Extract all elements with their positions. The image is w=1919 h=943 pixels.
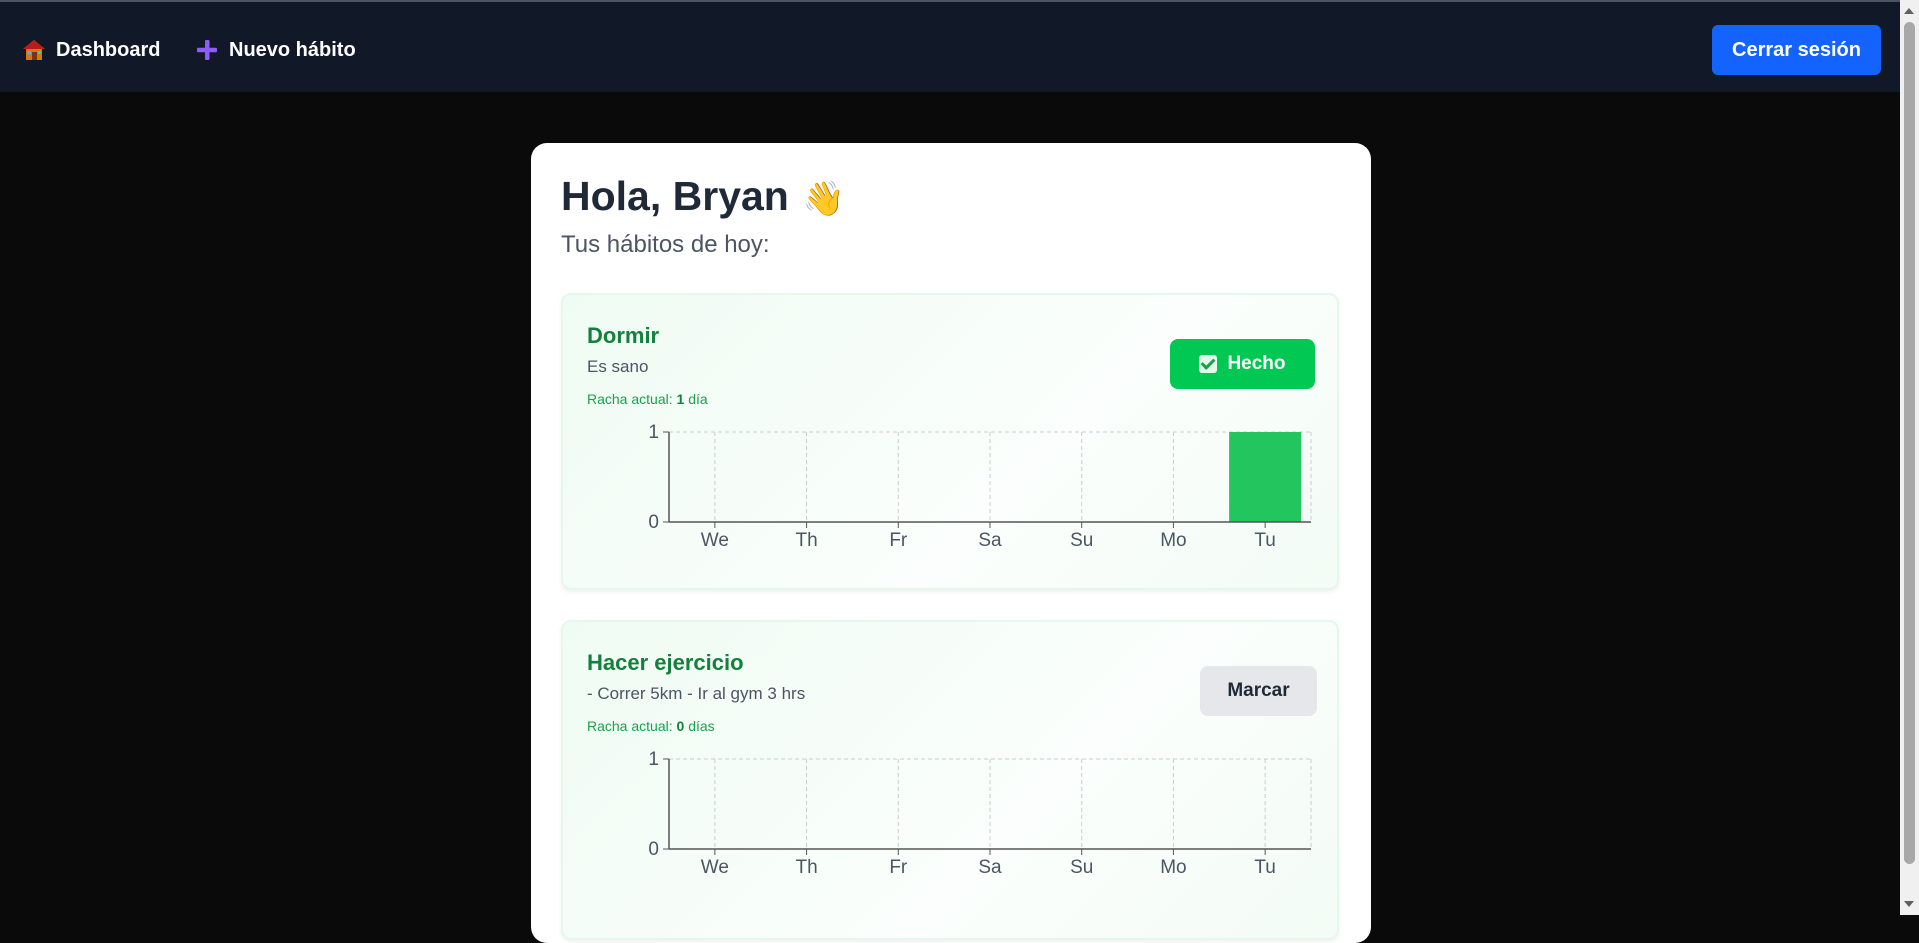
x-tick-label: Su bbox=[1070, 530, 1093, 551]
x-tick-label: Su bbox=[1070, 857, 1093, 878]
y-tick-label: 0 bbox=[648, 839, 659, 860]
x-tick-label: Tu bbox=[1254, 530, 1275, 551]
habit-weekly-chart: 0 1 We Th Fr Sa Su Mo Tu bbox=[648, 749, 1312, 878]
logout-button[interactable]: Cerrar sesión bbox=[1712, 25, 1881, 75]
page-title: Hola, Bryan 👋 bbox=[561, 173, 845, 220]
scroll-down-icon[interactable] bbox=[1904, 901, 1914, 907]
scroll-up-icon[interactable] bbox=[1904, 8, 1914, 14]
habits-card: Hola, Bryan 👋 Tus hábitos de hoy: Dormir … bbox=[531, 143, 1371, 943]
plus-icon bbox=[195, 38, 219, 62]
page-subtitle: Tus hábitos de hoy: bbox=[561, 231, 770, 258]
x-tick-label: Th bbox=[795, 530, 817, 551]
chart-bar bbox=[1229, 432, 1302, 522]
x-tick-label: Th bbox=[795, 857, 817, 878]
x-tick-label: Mo bbox=[1160, 530, 1186, 551]
x-tick-label: Fr bbox=[889, 530, 908, 551]
x-tick-label: Sa bbox=[978, 857, 1002, 878]
x-tick-label: We bbox=[701, 857, 729, 878]
scrollbar-thumb[interactable] bbox=[1904, 22, 1915, 864]
nav-dashboard-label: Dashboard bbox=[56, 38, 161, 61]
y-tick-label: 1 bbox=[648, 749, 659, 770]
habit-card: Hacer ejercicio - Correr 5km - Ir al gym… bbox=[561, 620, 1339, 940]
x-tick-label: Fr bbox=[889, 857, 908, 878]
x-tick-label: We bbox=[701, 530, 729, 551]
y-tick-label: 0 bbox=[648, 512, 659, 533]
x-tick-label: Sa bbox=[978, 530, 1002, 551]
nav-new-habit-label: Nuevo hábito bbox=[229, 38, 356, 61]
habit-weekly-chart: 0 1 We Th Fr Sa Su Mo Tu bbox=[648, 422, 1312, 551]
house-icon bbox=[22, 38, 46, 62]
habit-card: Dormir Es sano Racha actual: 1 día Hecho… bbox=[561, 293, 1339, 590]
y-tick-label: 1 bbox=[648, 422, 659, 443]
greeting-text: Hola, Bryan bbox=[561, 173, 789, 219]
nav-new-habit-link[interactable]: Nuevo hábito bbox=[195, 32, 356, 68]
page-scrollbar[interactable] bbox=[1900, 0, 1919, 915]
x-tick-label: Tu bbox=[1254, 857, 1275, 878]
x-tick-label: Mo bbox=[1160, 857, 1186, 878]
wave-icon: 👋 bbox=[802, 180, 846, 218]
nav-dashboard-link[interactable]: Dashboard bbox=[22, 32, 160, 68]
top-navbar: Dashboard Nuevo hábito Cerrar sesión bbox=[0, 0, 1900, 92]
